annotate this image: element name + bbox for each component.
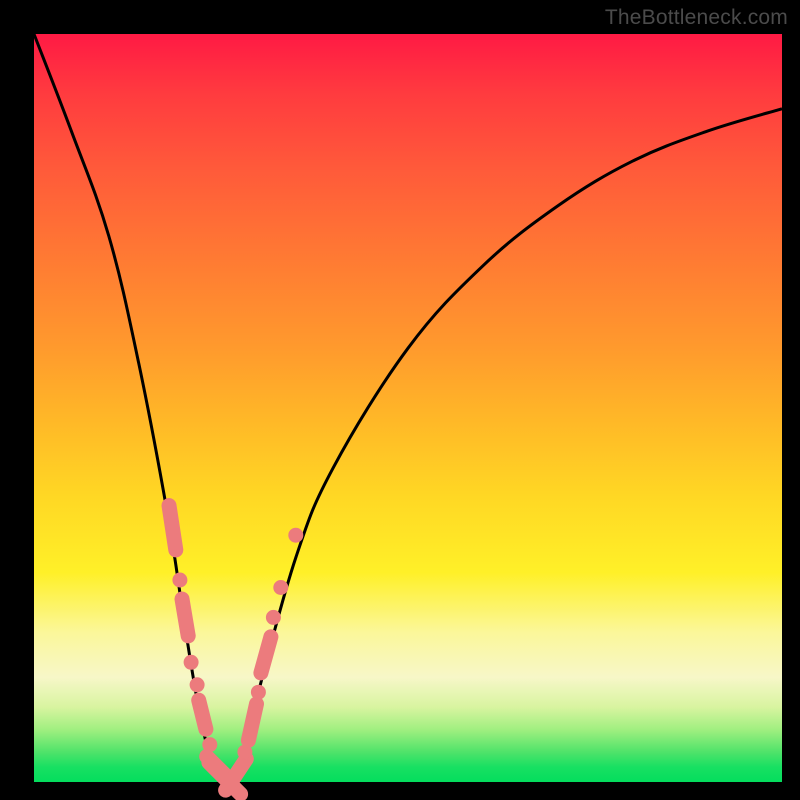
- curve-marker-dot: [251, 685, 265, 699]
- curve-marker-capsule: [248, 704, 256, 741]
- curve-marker-capsule: [226, 759, 247, 790]
- bottleneck-curve-svg: [34, 34, 782, 782]
- curve-marker-dot: [289, 528, 303, 542]
- curve-marker-dot: [173, 573, 187, 587]
- curve-marker-dot: [184, 655, 198, 669]
- curve-marker-capsule: [182, 599, 188, 636]
- curve-marker-capsule: [261, 637, 271, 673]
- chart-frame: TheBottleneck.com: [0, 0, 800, 800]
- curve-marker-dot: [274, 581, 288, 595]
- watermark-text: TheBottleneck.com: [605, 6, 788, 30]
- curve-marker-dot: [190, 678, 204, 692]
- curve-marker-dot: [266, 610, 280, 624]
- curve-marker-capsule: [169, 506, 176, 550]
- curve-marker-capsule: [199, 700, 206, 729]
- bottleneck-curve-path: [34, 34, 782, 782]
